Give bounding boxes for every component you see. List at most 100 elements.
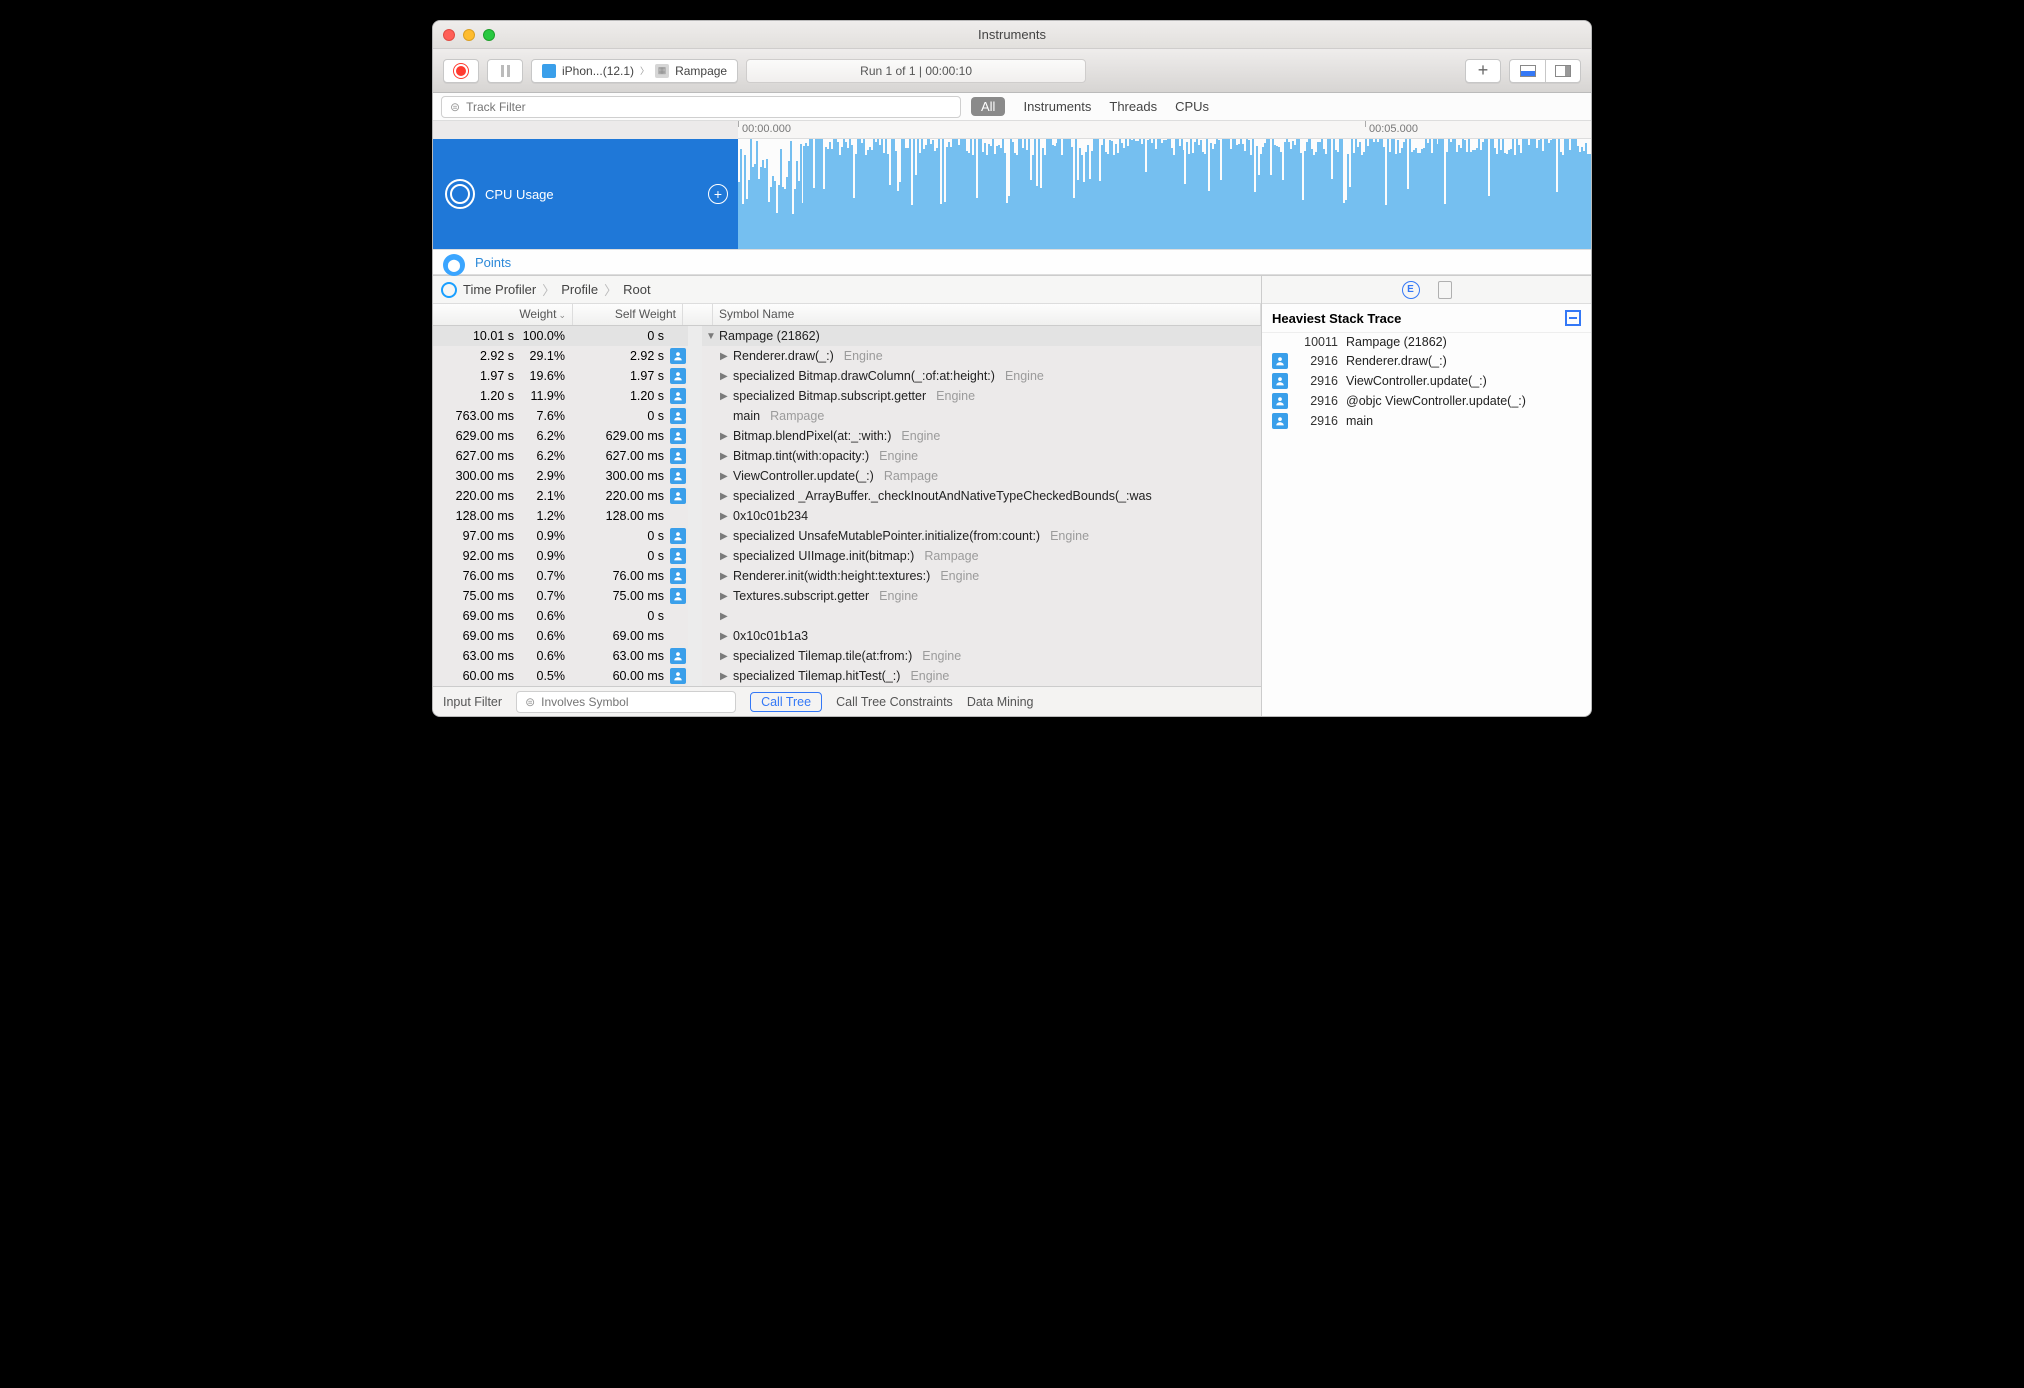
user-code-icon	[670, 488, 686, 504]
disclosure-triangle-icon[interactable]: ▶	[720, 371, 730, 382]
detail-area: Time Profiler 〉 Profile 〉 Root Weight⌄ S…	[433, 275, 1591, 716]
disclosure-triangle-icon[interactable]: ▶	[720, 611, 730, 622]
disclosure-triangle-icon[interactable]: ▶	[720, 631, 730, 642]
stack-row[interactable]: 2916Renderer.draw(_:)	[1262, 351, 1591, 371]
cpu-graph[interactable]	[738, 139, 1591, 249]
module-name: Engine	[879, 449, 918, 463]
disclosure-triangle-icon[interactable]: ▶	[720, 571, 730, 582]
symbol-name: ViewController.update(_:)	[733, 469, 874, 483]
disclosure-triangle-icon[interactable]: ▶	[720, 431, 730, 442]
stack-row[interactable]: 2916@objc ViewController.update(_:)	[1262, 391, 1591, 411]
tree-row[interactable]: 76.00 ms0.7%76.00 ms▶Renderer.init(width…	[433, 566, 1261, 586]
stack-row[interactable]: 10011Rampage (21862)	[1262, 333, 1591, 351]
stack-symbol: Renderer.draw(_:)	[1346, 354, 1447, 368]
involves-symbol-input[interactable]	[541, 695, 727, 709]
disclosure-triangle-icon[interactable]: ▶	[720, 551, 730, 562]
call-tree-button[interactable]: Call Tree	[750, 692, 822, 712]
symbol-name: specialized UIImage.init(bitmap:)	[733, 549, 914, 563]
target-selector[interactable]: iPhon...(12.1) 〉 ▦ Rampage	[531, 59, 738, 83]
disclosure-triangle-icon[interactable]: ▶	[720, 511, 730, 522]
segment-all[interactable]: All	[971, 97, 1005, 116]
points-icon: ⬤	[443, 254, 465, 276]
disclosure-triangle-icon[interactable]: ▶	[720, 451, 730, 462]
record-button[interactable]	[443, 59, 479, 83]
breadcrumb-item[interactable]: Root	[623, 282, 650, 297]
cpu-track-label[interactable]: CPU Usage +	[433, 139, 738, 249]
disclosure-triangle-icon[interactable]: ▶	[720, 671, 730, 682]
pause-button[interactable]	[487, 59, 523, 83]
add-instrument-button[interactable]: +	[1465, 59, 1501, 83]
tree-row[interactable]: 69.00 ms0.6%0 s▶	[433, 606, 1261, 626]
disclosure-triangle-icon[interactable]: ▶	[720, 651, 730, 662]
call-tree[interactable]: 10.01 s100.0%0 s▼Rampage (21862)2.92 s29…	[433, 326, 1261, 686]
breadcrumb: Time Profiler 〉 Profile 〉 Root	[433, 276, 1261, 304]
tree-row[interactable]: 69.00 ms0.6%69.00 ms▶0x10c01b1a3	[433, 626, 1261, 646]
user-code-icon	[670, 348, 686, 364]
stack-count: 10011	[1296, 335, 1338, 349]
segment-instruments[interactable]: Instruments	[1023, 99, 1091, 114]
disclosure-triangle-icon[interactable]: ▶	[720, 351, 730, 362]
segment-cpus[interactable]: CPUs	[1175, 99, 1209, 114]
stack-row[interactable]: 2916ViewController.update(_:)	[1262, 371, 1591, 391]
involves-symbol-field[interactable]: ⊜	[516, 691, 736, 713]
time-ruler[interactable]: 00:00.00000:05.000	[738, 121, 1591, 139]
tree-row[interactable]: 75.00 ms0.7%75.00 ms▶Textures.subscript.…	[433, 586, 1261, 606]
panel-bottom-icon	[1520, 65, 1536, 77]
tree-row[interactable]: 63.00 ms0.6%63.00 ms▶specialized Tilemap…	[433, 646, 1261, 666]
tree-row[interactable]: 1.20 s11.9%1.20 s▶specialized Bitmap.sub…	[433, 386, 1261, 406]
tree-row[interactable]: 1.97 s19.6%1.97 s▶specialized Bitmap.dra…	[433, 366, 1261, 386]
tree-row[interactable]: 629.00 ms6.2%629.00 ms▶Bitmap.blendPixel…	[433, 426, 1261, 446]
disclosure-triangle-icon[interactable]: ▶	[720, 491, 730, 502]
tree-row[interactable]: 220.00 ms2.1%220.00 ms▶specialized _Arra…	[433, 486, 1261, 506]
data-mining-button[interactable]: Data Mining	[967, 695, 1034, 709]
symbol-name: specialized Tilemap.tile(at:from:)	[733, 649, 912, 663]
tree-row[interactable]: 627.00 ms6.2%627.00 ms▶Bitmap.tint(with:…	[433, 446, 1261, 466]
track-filter-input[interactable]	[466, 100, 952, 114]
tree-row[interactable]: 92.00 ms0.9%0 s▶specialized UIImage.init…	[433, 546, 1261, 566]
symbol-name: specialized Bitmap.subscript.getter	[733, 389, 926, 403]
run-info-tab[interactable]	[1438, 281, 1452, 299]
tree-row[interactable]: 763.00 ms7.6%0 smainRampage	[433, 406, 1261, 426]
extended-detail-tab[interactable]: E	[1402, 281, 1420, 299]
stack-title-label: Heaviest Stack Trace	[1272, 311, 1401, 326]
column-weight[interactable]: Weight⌄	[433, 304, 573, 325]
collapse-icon[interactable]	[1565, 310, 1581, 326]
tree-row[interactable]: 300.00 ms2.9%300.00 ms▶ViewController.up…	[433, 466, 1261, 486]
add-track-button[interactable]: +	[708, 184, 728, 204]
call-tree-constraints-button[interactable]: Call Tree Constraints	[836, 695, 953, 709]
disclosure-triangle-icon[interactable]: ▶	[720, 391, 730, 402]
breadcrumb-item[interactable]: Time Profiler	[463, 282, 536, 297]
points-track[interactable]: ⬤ Points	[433, 249, 1591, 275]
module-name: Rampage	[884, 469, 938, 483]
right-panel-toggle[interactable]	[1545, 59, 1581, 83]
bottom-panel-toggle[interactable]	[1509, 59, 1545, 83]
column-self-weight[interactable]: Self Weight	[573, 304, 683, 325]
track-filter-field[interactable]: ⊜	[441, 96, 961, 118]
symbol-name: Bitmap.blendPixel(at:_:with:)	[733, 429, 891, 443]
app-label: Rampage	[675, 64, 727, 78]
device-icon	[542, 64, 556, 78]
stack-row[interactable]: 2916main	[1262, 411, 1591, 431]
tree-row[interactable]: 128.00 ms1.2%128.00 ms▶0x10c01b234	[433, 506, 1261, 526]
segment-threads[interactable]: Threads	[1109, 99, 1157, 114]
tree-row[interactable]: 2.92 s29.1%2.92 s▶Renderer.draw(_:)Engin…	[433, 346, 1261, 366]
panel-toggle-group	[1509, 59, 1581, 83]
stack-count: 2916	[1296, 394, 1338, 408]
tree-row[interactable]: 97.00 ms0.9%0 s▶specialized UnsafeMutabl…	[433, 526, 1261, 546]
module-name: Engine	[936, 389, 975, 403]
disclosure-triangle-icon[interactable]: ▼	[706, 331, 716, 342]
tree-row[interactable]: 10.01 s100.0%0 s▼Rampage (21862)	[433, 326, 1261, 346]
module-name: Engine	[901, 429, 940, 443]
column-symbol[interactable]: Symbol Name	[713, 304, 1261, 325]
module-name: Engine	[922, 649, 961, 663]
disclosure-triangle-icon[interactable]: ▶	[720, 591, 730, 602]
stack-trace-header: Heaviest Stack Trace	[1262, 304, 1591, 333]
symbol-name: specialized _ArrayBuffer._checkInoutAndN…	[733, 489, 1152, 503]
breadcrumb-item[interactable]: Profile	[561, 282, 598, 297]
disclosure-triangle-icon[interactable]: ▶	[720, 531, 730, 542]
input-filter-label: Input Filter	[443, 695, 502, 709]
user-code-icon	[670, 668, 686, 684]
user-code-icon	[1272, 393, 1288, 409]
tree-row[interactable]: 60.00 ms0.5%60.00 ms▶specialized Tilemap…	[433, 666, 1261, 686]
disclosure-triangle-icon[interactable]: ▶	[720, 471, 730, 482]
